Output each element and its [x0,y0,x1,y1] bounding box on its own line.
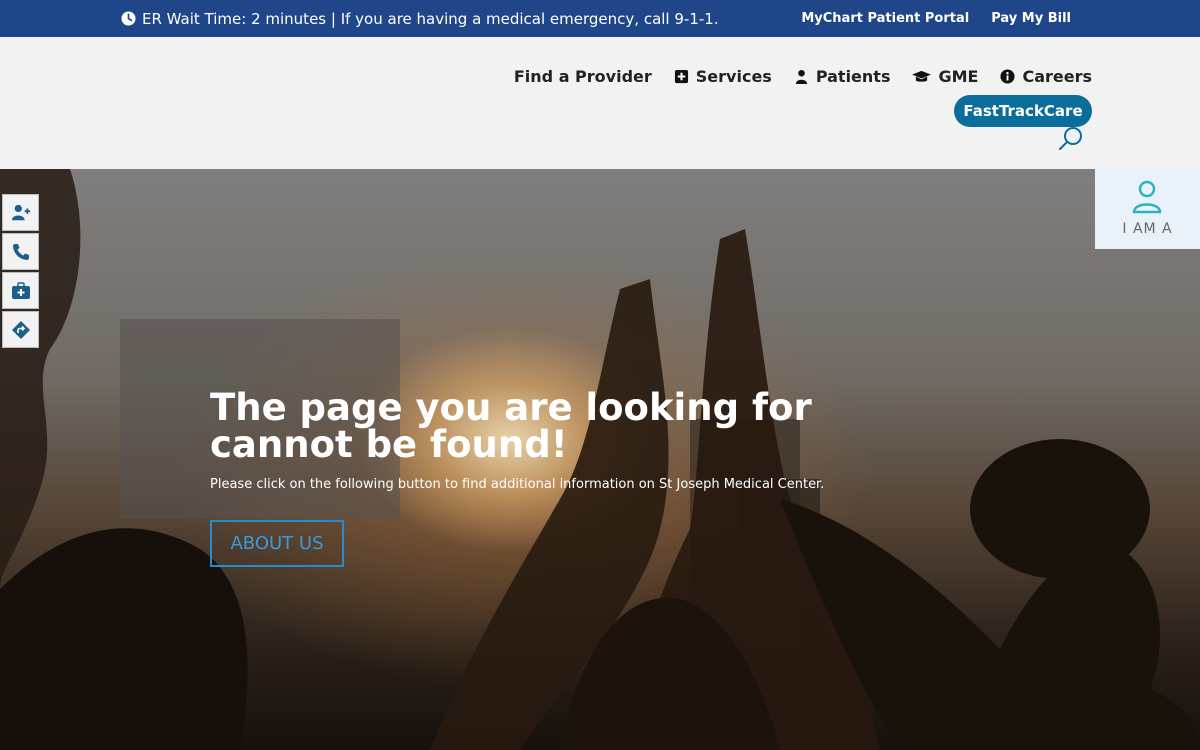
nav-gme-label: GME [938,67,979,86]
directions-icon [11,320,30,339]
top-bar: ER Wait Time: 2 minutes | If you are hav… [0,0,1200,37]
nav-services-label: Services [695,67,772,86]
person-outline-icon [1132,180,1162,214]
info-icon [1000,69,1015,84]
add-user-icon [11,204,30,220]
side-quick-links [2,194,39,350]
nav-patients-label: Patients [815,67,891,86]
nav-find-provider[interactable]: Find a Provider [514,67,652,86]
hero-section: The page you are looking for cannot be f… [0,169,1200,750]
phone-icon [12,243,29,260]
plus-square-icon [674,69,688,84]
page-title: The page you are looking for cannot be f… [210,386,812,466]
nav-patients[interactable]: Patients [794,67,891,86]
clock-icon [121,11,136,26]
er-wait-time: ER Wait Time: 2 minutes | If you are hav… [121,0,719,37]
i-am-a-panel[interactable]: I AM A [1095,168,1200,249]
i-am-a-label: I AM A [1122,221,1173,237]
mychart-link[interactable]: MyChart Patient Portal [801,11,969,26]
graduation-cap-icon [912,70,932,82]
pay-bill-link[interactable]: Pay My Bill [991,11,1071,26]
side-phone-button[interactable] [2,233,39,270]
search-icon[interactable] [1058,126,1084,152]
about-us-button[interactable]: ABOUT US [210,520,344,567]
nav-services[interactable]: Services [674,67,772,86]
medical-kit-icon [11,281,30,299]
fasttrackcare-button[interactable]: FastTrackCare [954,95,1092,127]
main-nav: Find a Provider Services Patients GME Ca… [514,67,1092,86]
nav-careers[interactable]: Careers [1000,67,1092,86]
nav-gme[interactable]: GME [912,67,978,86]
site-header: Find a Provider Services Patients GME Ca… [0,37,1200,169]
user-icon [795,69,807,84]
side-directions-button[interactable] [2,311,39,348]
er-wait-text: ER Wait Time: 2 minutes | If you are hav… [142,9,719,28]
hero-subtitle: Please click on the following button to … [210,477,825,492]
nav-careers-label: Careers [1022,67,1092,86]
side-add-user-button[interactable] [2,194,39,231]
nav-find-provider-label: Find a Provider [513,67,652,86]
side-medical-kit-button[interactable] [2,272,39,309]
